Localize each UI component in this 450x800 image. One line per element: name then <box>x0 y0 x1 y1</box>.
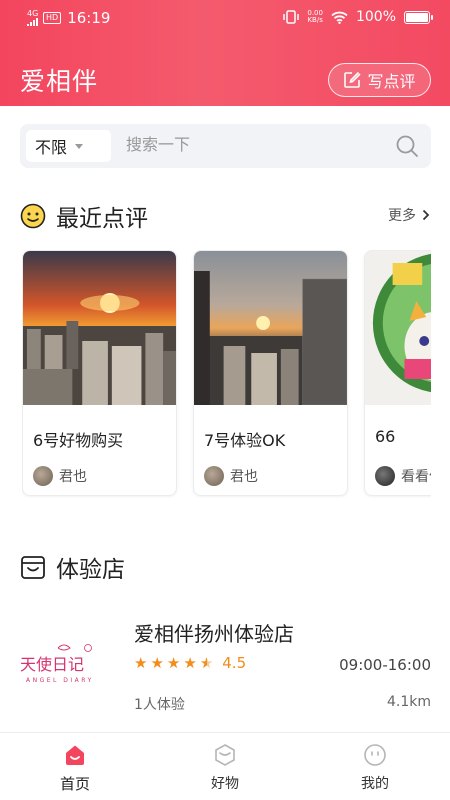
review-title: 6号好物购买 <box>33 431 124 450</box>
edit-icon <box>344 71 362 88</box>
store-logo-subtext: ANGEL DIARY <box>26 677 94 684</box>
review-card[interactable]: 6号好物购买 君也 <box>22 250 177 496</box>
store-icon <box>21 556 45 579</box>
hd-badge: HD <box>43 12 62 24</box>
status-right: 0.00 KB/s 100% <box>283 9 433 25</box>
net-speed-unit: KB/s <box>307 16 323 24</box>
status-left: 4G HD 16:19 <box>27 9 110 27</box>
recent-reviews-list: 6号好物购买 君也 7号体验OK 君也 66 看看 <box>22 250 431 498</box>
vibrate-icon <box>283 10 300 24</box>
tab-mine[interactable]: 我的 <box>335 743 415 793</box>
recent-reviews-title: 最近点评 <box>56 206 148 232</box>
review-photo-sunset-city <box>23 251 176 405</box>
tab-home-label: 首页 <box>59 775 90 793</box>
review-author: 看看体 <box>375 466 431 486</box>
recent-reviews-heading: 最近点评 <box>20 199 148 233</box>
box-icon <box>215 744 235 766</box>
star-icon: ★ <box>150 653 164 672</box>
search-icon[interactable] <box>395 134 419 158</box>
network-type: 4G <box>27 9 39 18</box>
search-input[interactable] <box>126 135 386 154</box>
battery-icon <box>404 10 433 24</box>
wifi-icon <box>331 11 348 24</box>
store-visits: 1人体验 <box>134 697 185 713</box>
status-bar: 4G HD 16:19 0.00 KB/s 100% <box>0 0 450 36</box>
tab-mine-label: 我的 <box>361 776 389 792</box>
status-time: 16:19 <box>67 9 111 27</box>
more-link[interactable]: 更多 <box>388 205 430 225</box>
store-logo-text: 天使日记 <box>20 655 84 674</box>
stores-heading: 体验店 <box>20 550 125 584</box>
star-icon: ★ <box>166 653 181 672</box>
review-card[interactable]: 66 看看体 <box>364 250 431 496</box>
half-star-icon: ★ <box>199 653 214 672</box>
app-title: 爱相伴 <box>20 67 99 96</box>
tab-goods-label: 好物 <box>211 776 239 792</box>
star-icon: ★ <box>183 653 197 672</box>
avatar <box>33 466 53 486</box>
review-author-name: 看看体 <box>401 469 431 485</box>
network-indicator: 4G <box>27 10 39 26</box>
review-author-name: 君也 <box>230 469 258 485</box>
store-distance: 4.1km <box>386 694 431 710</box>
store-name: 爱相伴扬州体验店 <box>134 622 294 646</box>
app-header: 4G HD 16:19 0.00 KB/s 100% 爱相伴 写点评 <box>0 0 450 106</box>
review-author: 君也 <box>204 466 258 486</box>
review-card[interactable]: 7号体验OK 君也 <box>193 250 348 496</box>
avatar <box>204 466 224 486</box>
profile-face-icon <box>364 744 386 766</box>
store-hours: 09:00-16:00 <box>339 656 431 674</box>
home-icon <box>66 745 84 765</box>
review-photo-sunset-tower <box>194 251 347 405</box>
review-title: 66 <box>375 427 396 446</box>
review-title: 7号体验OK <box>204 431 286 450</box>
review-photo-cartoon-cat <box>365 251 431 405</box>
signal-icon <box>27 18 38 26</box>
search-bar: 不限 <box>20 124 431 168</box>
avatar <box>375 466 395 486</box>
review-author-name: 君也 <box>59 469 87 485</box>
net-speed: 0.00 KB/s <box>307 10 323 24</box>
caret-down-icon <box>75 143 84 149</box>
store-rating: ★ ★ ★ ★ ★ 4.5 <box>134 654 246 672</box>
search-filter-dropdown[interactable]: 不限 <box>26 130 111 162</box>
tab-home[interactable]: 首页 <box>35 743 115 794</box>
angel-diary-logo: 天使日记 ANGEL DIARY <box>20 644 94 684</box>
battery-percent: 100% <box>355 9 396 25</box>
star-icon: ★ <box>134 653 148 672</box>
stores-title: 体验店 <box>56 557 125 583</box>
write-review-button[interactable]: 写点评 <box>328 63 431 97</box>
tab-goods[interactable]: 好物 <box>185 743 265 793</box>
chevron-right-icon <box>422 209 430 221</box>
review-author: 君也 <box>33 466 87 486</box>
smiley-icon <box>20 203 46 229</box>
store-logo: 天使日记 ANGEL DIARY <box>18 640 114 690</box>
rating-value: 4.5 <box>222 654 247 672</box>
write-review-label: 写点评 <box>367 72 416 91</box>
bottom-tab-bar: 首页 好物 我的 <box>0 732 450 800</box>
search-filter-value: 不限 <box>35 138 68 157</box>
more-label: 更多 <box>388 208 416 224</box>
